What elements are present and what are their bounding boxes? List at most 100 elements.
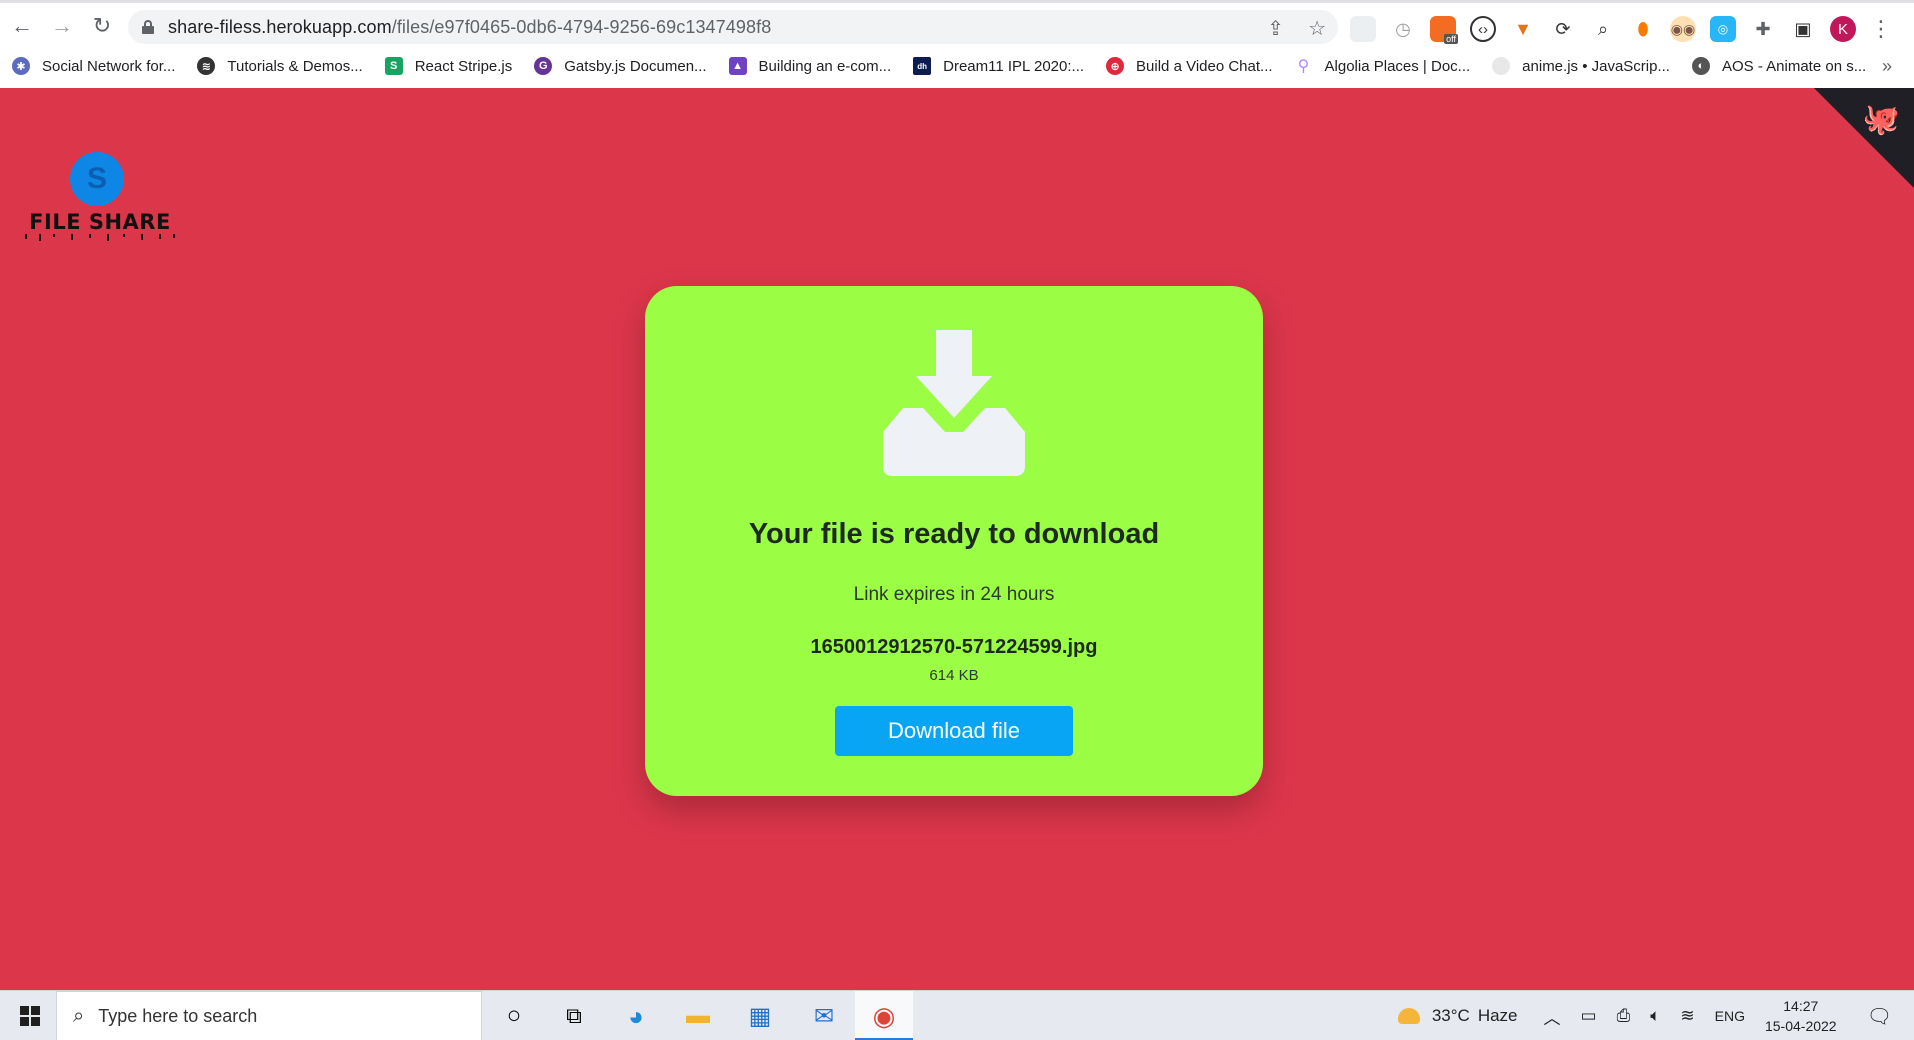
- bookmarks-overflow-icon[interactable]: »: [1882, 56, 1892, 77]
- share-icon[interactable]: ⇪: [1267, 16, 1284, 41]
- bookmark-item[interactable]: S React Stripe.js: [384, 57, 513, 75]
- extension-off-icon[interactable]: off: [1430, 16, 1458, 44]
- file-name: 1650012912570-571224599.jpg: [810, 636, 1098, 658]
- bookmark-label: AOS - Animate on s...: [1721, 57, 1867, 75]
- search-icon: ⌕: [73, 1004, 85, 1027]
- system-tray: 33°C Haze ︿ ▭ ⎙ 🔈︎ ≋ ENG 14:27 15-04-202…: [1397, 991, 1914, 1040]
- file-explorer-icon[interactable]: ▬: [680, 999, 716, 1033]
- url-host: share-filess.herokuapp.com: [168, 16, 392, 37]
- battery-icon[interactable]: ▭: [1581, 1006, 1597, 1026]
- extension-square-icon[interactable]: ◎: [1710, 16, 1736, 42]
- bookmark-label: Build a Video Chat...: [1136, 57, 1273, 75]
- meet-now-icon[interactable]: ⎙: [1617, 1006, 1631, 1026]
- bookmark-label: anime.js • JavaScrip...: [1522, 57, 1670, 75]
- url-text[interactable]: share-filess.herokuapp.com/files/e97f046…: [168, 17, 771, 38]
- pin-icon: ⚲: [1294, 57, 1313, 75]
- download-card: Your file is ready to download Link expi…: [645, 286, 1263, 796]
- weather-condition: Haze: [1477, 1006, 1518, 1025]
- extensions-bar: ◷ off ‹› ▼ ⟳ ⌕ ⬮ ◉◉ ◎ ✚ ▣ K ⋮: [1350, 14, 1892, 44]
- address-bar[interactable]: share-filess.herokuapp.com/files/e97f046…: [128, 10, 1338, 44]
- chrome-icon[interactable]: ◉: [866, 999, 902, 1033]
- start-button[interactable]: [8, 991, 52, 1040]
- search-placeholder: Type here to search: [98, 1005, 258, 1026]
- bookmark-item[interactable]: ⊕ Build a Video Chat...: [1106, 57, 1273, 75]
- bookmark-item[interactable]: ⚲ Algolia Places | Doc...: [1294, 57, 1471, 75]
- tab-strip-edge: [0, 0, 1914, 3]
- weather-widget[interactable]: 33°C Haze: [1397, 1006, 1518, 1026]
- aos-icon: ◐: [1691, 57, 1710, 75]
- bookmark-item[interactable]: G Gatsby.js Documen...: [534, 57, 707, 75]
- anime-icon: [1492, 57, 1511, 75]
- clock-date: 15-04-2022: [1764, 1018, 1837, 1034]
- download-tray-icon: [883, 330, 1025, 476]
- extension-off-badge: off: [1444, 34, 1458, 44]
- edge-icon[interactable]: ◕: [618, 999, 654, 1033]
- store-icon[interactable]: ▦: [742, 999, 778, 1033]
- bookmark-item[interactable]: ✱ Social Network for...: [12, 57, 175, 75]
- site-logo[interactable]: S FILE SHARE: [14, 150, 186, 241]
- stripe-s-icon: S: [384, 57, 403, 75]
- profile-avatar[interactable]: K: [1830, 16, 1856, 42]
- rocket-icon: ▲: [728, 57, 747, 75]
- bookmark-item[interactable]: ▲ Building an e-com...: [728, 57, 892, 75]
- bookmark-label: Gatsby.js Documen...: [564, 57, 707, 75]
- bookmark-star-icon[interactable]: ☆: [1308, 16, 1326, 41]
- file-size: 614 KB: [929, 667, 979, 684]
- stack-icon: ≋: [197, 57, 216, 75]
- browser-toolbar: ← → ↻ share-filess.herokuapp.com/files/e…: [0, 6, 1914, 46]
- bookmarks-bar: ✱ Social Network for... ≋ Tutorials & Demo…: [0, 50, 1914, 82]
- extension-sync-icon[interactable]: ⟳: [1550, 16, 1576, 42]
- extension-glasses-icon[interactable]: ◉◉: [1670, 16, 1696, 42]
- bookmark-label: Tutorials & Demos...: [227, 57, 363, 75]
- logo-mark-icon: S: [70, 152, 124, 206]
- side-panel-icon[interactable]: ▣: [1790, 16, 1816, 42]
- bookmark-label: React Stripe.js: [414, 57, 513, 75]
- card-title: Your file is ready to download: [748, 518, 1160, 550]
- weather-haze-icon: [1397, 1008, 1420, 1024]
- download-file-button[interactable]: Download file: [835, 706, 1073, 756]
- bookmark-label: Algolia Places | Doc...: [1324, 57, 1471, 75]
- cortana-icon[interactable]: ○: [496, 999, 532, 1033]
- task-view-icon[interactable]: ⧉: [556, 999, 592, 1033]
- logo-mark: S: [86, 162, 107, 195]
- bookmark-item[interactable]: dh Dream11 IPL 2020:...: [913, 57, 1084, 75]
- magnifier-icon[interactable]: ⌕: [1590, 16, 1616, 42]
- language-indicator[interactable]: ENG: [1715, 1008, 1745, 1024]
- forward-arrow-icon[interactable]: →: [42, 6, 82, 46]
- extension-clock-icon[interactable]: ◷: [1390, 16, 1416, 42]
- metamask-fox-icon[interactable]: ▼: [1510, 16, 1536, 42]
- network-icon: ✱: [12, 57, 30, 75]
- bookmark-item[interactable]: ≋ Tutorials & Demos...: [197, 57, 363, 75]
- bookmark-label: Dream11 IPL 2020:...: [943, 57, 1085, 75]
- github-corner[interactable]: 🐙: [1814, 88, 1914, 188]
- logo-drips-decoration: [25, 234, 175, 241]
- chevron-up-icon[interactable]: ︿: [1544, 1004, 1561, 1029]
- windows-logo-icon: [20, 1006, 40, 1026]
- clock[interactable]: 14:27 15-04-2022: [1765, 996, 1837, 1036]
- back-arrow-icon[interactable]: ←: [2, 6, 42, 46]
- taskbar-search[interactable]: ⌕ Type here to search: [56, 991, 482, 1040]
- extension-code-icon[interactable]: ‹›: [1470, 16, 1496, 42]
- browser-chrome: ← → ↻ share-filess.herokuapp.com/files/e…: [0, 0, 1914, 88]
- temperature: 33°C: [1431, 1006, 1470, 1025]
- bookmark-label: Social Network for...: [42, 57, 176, 75]
- gatsby-icon: G: [534, 57, 553, 75]
- bookmark-item[interactable]: ◐ AOS - Animate on s...: [1691, 57, 1867, 75]
- bookmark-label: Building an e-com...: [758, 57, 892, 75]
- extension-pill-icon[interactable]: ⬮: [1630, 16, 1656, 42]
- url-path: /files/e97f0465-0db6-4794-9256-69c134749…: [391, 16, 772, 37]
- octocat-icon: 🐙: [1862, 103, 1900, 136]
- clock-time: 14:27: [1783, 998, 1819, 1014]
- extension-blank-icon[interactable]: [1350, 16, 1376, 42]
- link-expiry-text: Link expires in 24 hours: [853, 584, 1055, 605]
- puzzle-icon[interactable]: ✚: [1750, 16, 1776, 42]
- bookmark-item[interactable]: anime.js • JavaScrip...: [1492, 57, 1670, 75]
- wifi-icon[interactable]: ≋: [1680, 1006, 1694, 1026]
- volume-icon[interactable]: 🔈︎: [1650, 1006, 1660, 1026]
- reload-icon[interactable]: ↻: [82, 6, 122, 46]
- kebab-menu-icon[interactable]: ⋮: [1870, 16, 1892, 42]
- lock-icon[interactable]: [142, 20, 154, 34]
- notification-icon[interactable]: 🗨︎: [1867, 1004, 1892, 1029]
- mail-icon[interactable]: ✉: [806, 999, 842, 1033]
- lifebuoy-icon: ⊕: [1106, 57, 1125, 75]
